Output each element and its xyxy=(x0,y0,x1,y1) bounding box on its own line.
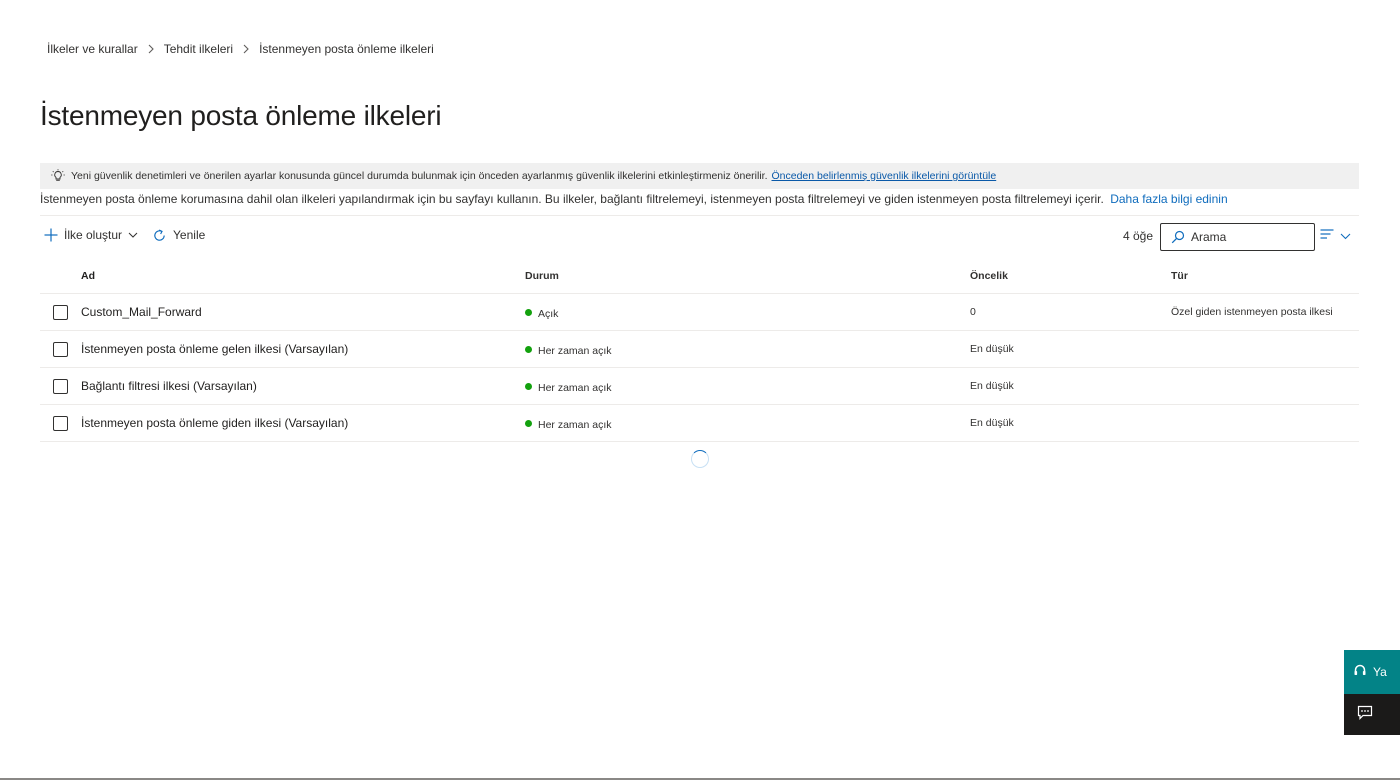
row-checkbox[interactable] xyxy=(53,415,68,431)
search-icon xyxy=(1171,230,1185,244)
table-row[interactable]: İstenmeyen posta önleme gelen ilkesi (Va… xyxy=(40,331,1359,368)
breadcrumb-item-current: İstenmeyen posta önleme ilkeleri xyxy=(259,42,434,56)
row-checkbox[interactable] xyxy=(53,341,68,357)
status-dot-icon xyxy=(525,308,532,316)
breadcrumb-item-policies-rules[interactable]: İlkeler ve kurallar xyxy=(47,42,138,56)
info-banner: Yeni güvenlik denetimleri ve önerilen ay… xyxy=(40,163,1359,189)
divider xyxy=(40,215,1359,216)
chevron-down-icon xyxy=(1340,233,1351,240)
banner-link[interactable]: Önceden belirlenmiş güvenlik ilkelerini … xyxy=(772,170,997,182)
status-dot-icon xyxy=(525,419,532,427)
table-header: Ad Durum Öncelik Tür xyxy=(40,258,1359,294)
breadcrumb-item-threat-policies[interactable]: Tehdit ilkeleri xyxy=(164,42,233,56)
create-policy-button[interactable]: İlke oluştur xyxy=(44,224,138,246)
policy-status: Açık xyxy=(538,308,559,320)
policy-status: Her zaman açık xyxy=(538,419,612,431)
breadcrumb: İlkeler ve kurallar Tehdit ilkeleri İste… xyxy=(47,42,434,56)
status-dot-icon xyxy=(525,345,532,353)
filter-button[interactable] xyxy=(1320,227,1351,245)
row-checkbox[interactable] xyxy=(53,378,68,394)
policy-name[interactable]: Custom_Mail_Forward xyxy=(81,305,525,319)
policy-type: Özel giden istenmeyen posta ilkesi xyxy=(1171,306,1333,318)
add-icon xyxy=(44,228,58,242)
column-header-type[interactable]: Tür xyxy=(1171,270,1359,282)
create-policy-label: İlke oluştur xyxy=(64,228,123,242)
help-label: Ya xyxy=(1373,665,1387,679)
refresh-button[interactable]: Yenile xyxy=(152,224,205,246)
policies-table: Ad Durum Öncelik Tür Custom_Mail_Forward… xyxy=(40,258,1359,442)
lightbulb-icon xyxy=(51,169,65,183)
chevron-down-icon xyxy=(128,232,138,238)
policy-priority: 0 xyxy=(970,306,976,318)
policy-priority: En düşük xyxy=(970,343,1014,355)
policy-priority: En düşük xyxy=(970,417,1014,429)
refresh-label: Yenile xyxy=(173,228,206,242)
column-header-priority[interactable]: Öncelik xyxy=(970,270,1171,282)
chevron-right-icon xyxy=(147,44,155,54)
column-header-status[interactable]: Durum xyxy=(525,270,970,282)
table-row[interactable]: Custom_Mail_Forward Açık 0 Özel giden is… xyxy=(40,294,1359,331)
feedback-button[interactable] xyxy=(1344,694,1400,735)
loading-spinner xyxy=(691,450,709,468)
status-dot-icon xyxy=(525,382,532,390)
item-count: 4 öğe xyxy=(1123,229,1154,243)
policy-priority: En düşük xyxy=(970,380,1014,392)
feedback-icon xyxy=(1357,705,1373,725)
policy-name[interactable]: İstenmeyen posta önleme giden ilkesi (Va… xyxy=(81,416,525,430)
search-box[interactable] xyxy=(1160,223,1315,251)
description-text: İstenmeyen posta önleme korumasına dahil… xyxy=(40,192,1104,206)
learn-more-link[interactable]: Daha fazla bilgi edinin xyxy=(1110,192,1227,206)
row-checkbox[interactable] xyxy=(53,304,68,320)
policy-status: Her zaman açık xyxy=(538,382,612,394)
page-description: İstenmeyen posta önleme korumasına dahil… xyxy=(40,192,1370,206)
policy-name[interactable]: İstenmeyen posta önleme gelen ilkesi (Va… xyxy=(81,342,525,356)
column-header-name[interactable]: Ad xyxy=(81,270,525,282)
page-title: İstenmeyen posta önleme ilkeleri xyxy=(40,100,442,131)
table-row[interactable]: Bağlantı filtresi ilkesi (Varsayılan) He… xyxy=(40,368,1359,405)
headset-icon xyxy=(1353,664,1367,681)
filter-icon xyxy=(1320,227,1334,245)
search-input[interactable] xyxy=(1191,230,1306,244)
banner-text: Yeni güvenlik denetimleri ve önerilen ay… xyxy=(71,170,768,182)
table-row[interactable]: İstenmeyen posta önleme giden ilkesi (Va… xyxy=(40,405,1359,442)
command-bar: İlke oluştur Yenile xyxy=(44,224,205,246)
chevron-right-icon xyxy=(242,44,250,54)
policy-name[interactable]: Bağlantı filtresi ilkesi (Varsayılan) xyxy=(81,379,525,393)
refresh-icon xyxy=(152,228,167,243)
help-button[interactable]: Ya xyxy=(1344,650,1400,694)
policy-status: Her zaman açık xyxy=(538,345,612,357)
